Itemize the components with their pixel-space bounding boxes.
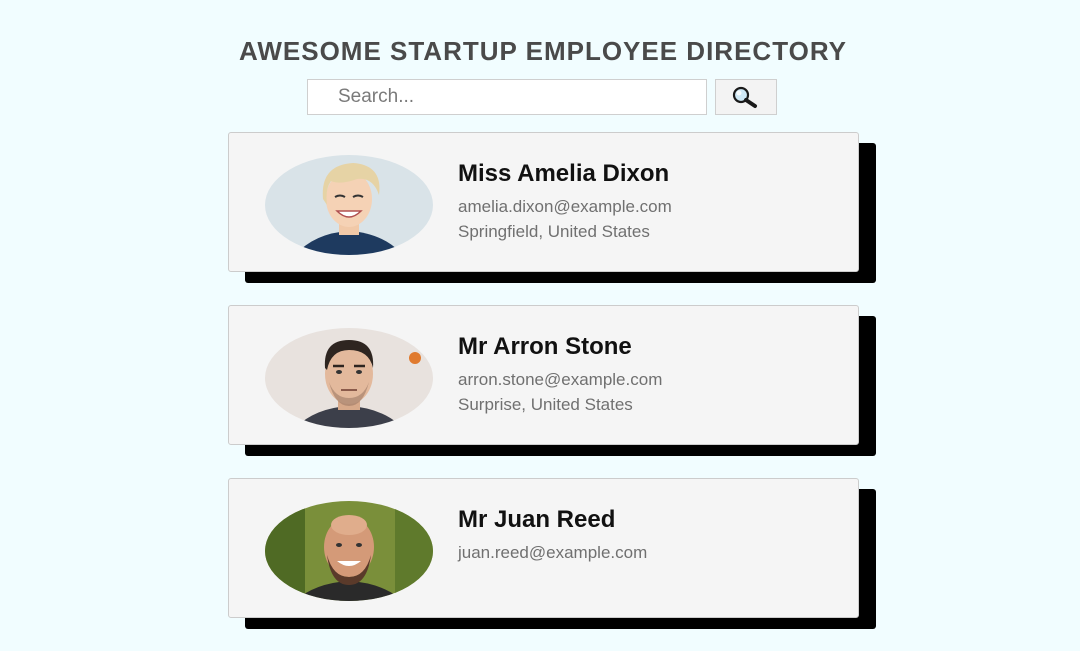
employee-name: Mr Juan Reed — [458, 506, 616, 533]
avatar — [265, 328, 433, 428]
avatar — [265, 155, 433, 255]
employee-email: amelia.dixon@example.com — [458, 197, 672, 216]
page-title: AWESOME STARTUP EMPLOYEE DIRECTORY — [239, 36, 847, 66]
employee-email: arron.stone@example.com — [458, 370, 663, 389]
employee-info: Mr Juan Reed juan.reed@example.com — [458, 506, 647, 565]
employee-info: Mr Arron Stone arron.stone@example.com S… — [458, 333, 662, 417]
search-input[interactable] — [307, 79, 707, 115]
employee-card[interactable]: Mr Arron Stone arron.stone@example.com S… — [228, 305, 859, 445]
employee-card[interactable]: Mr Juan Reed juan.reed@example.com — [228, 478, 859, 618]
magnifier-icon — [732, 86, 757, 108]
employee-info: Miss Amelia Dixon amelia.dixon@example.c… — [458, 160, 672, 244]
employee-card[interactable]: Miss Amelia Dixon amelia.dixon@example.c… — [228, 132, 859, 272]
employee-list: Miss Amelia Dixon amelia.dixon@example.c… — [228, 132, 878, 651]
search-bar — [307, 79, 777, 115]
employee-location: Springfield, United States — [458, 222, 650, 241]
employee-email: juan.reed@example.com — [458, 543, 648, 562]
search-button[interactable] — [715, 79, 777, 115]
avatar — [265, 501, 433, 601]
employee-location: Surprise, United States — [458, 395, 633, 414]
employee-name: Miss Amelia Dixon — [458, 160, 670, 187]
employee-name: Mr Arron Stone — [458, 333, 632, 360]
